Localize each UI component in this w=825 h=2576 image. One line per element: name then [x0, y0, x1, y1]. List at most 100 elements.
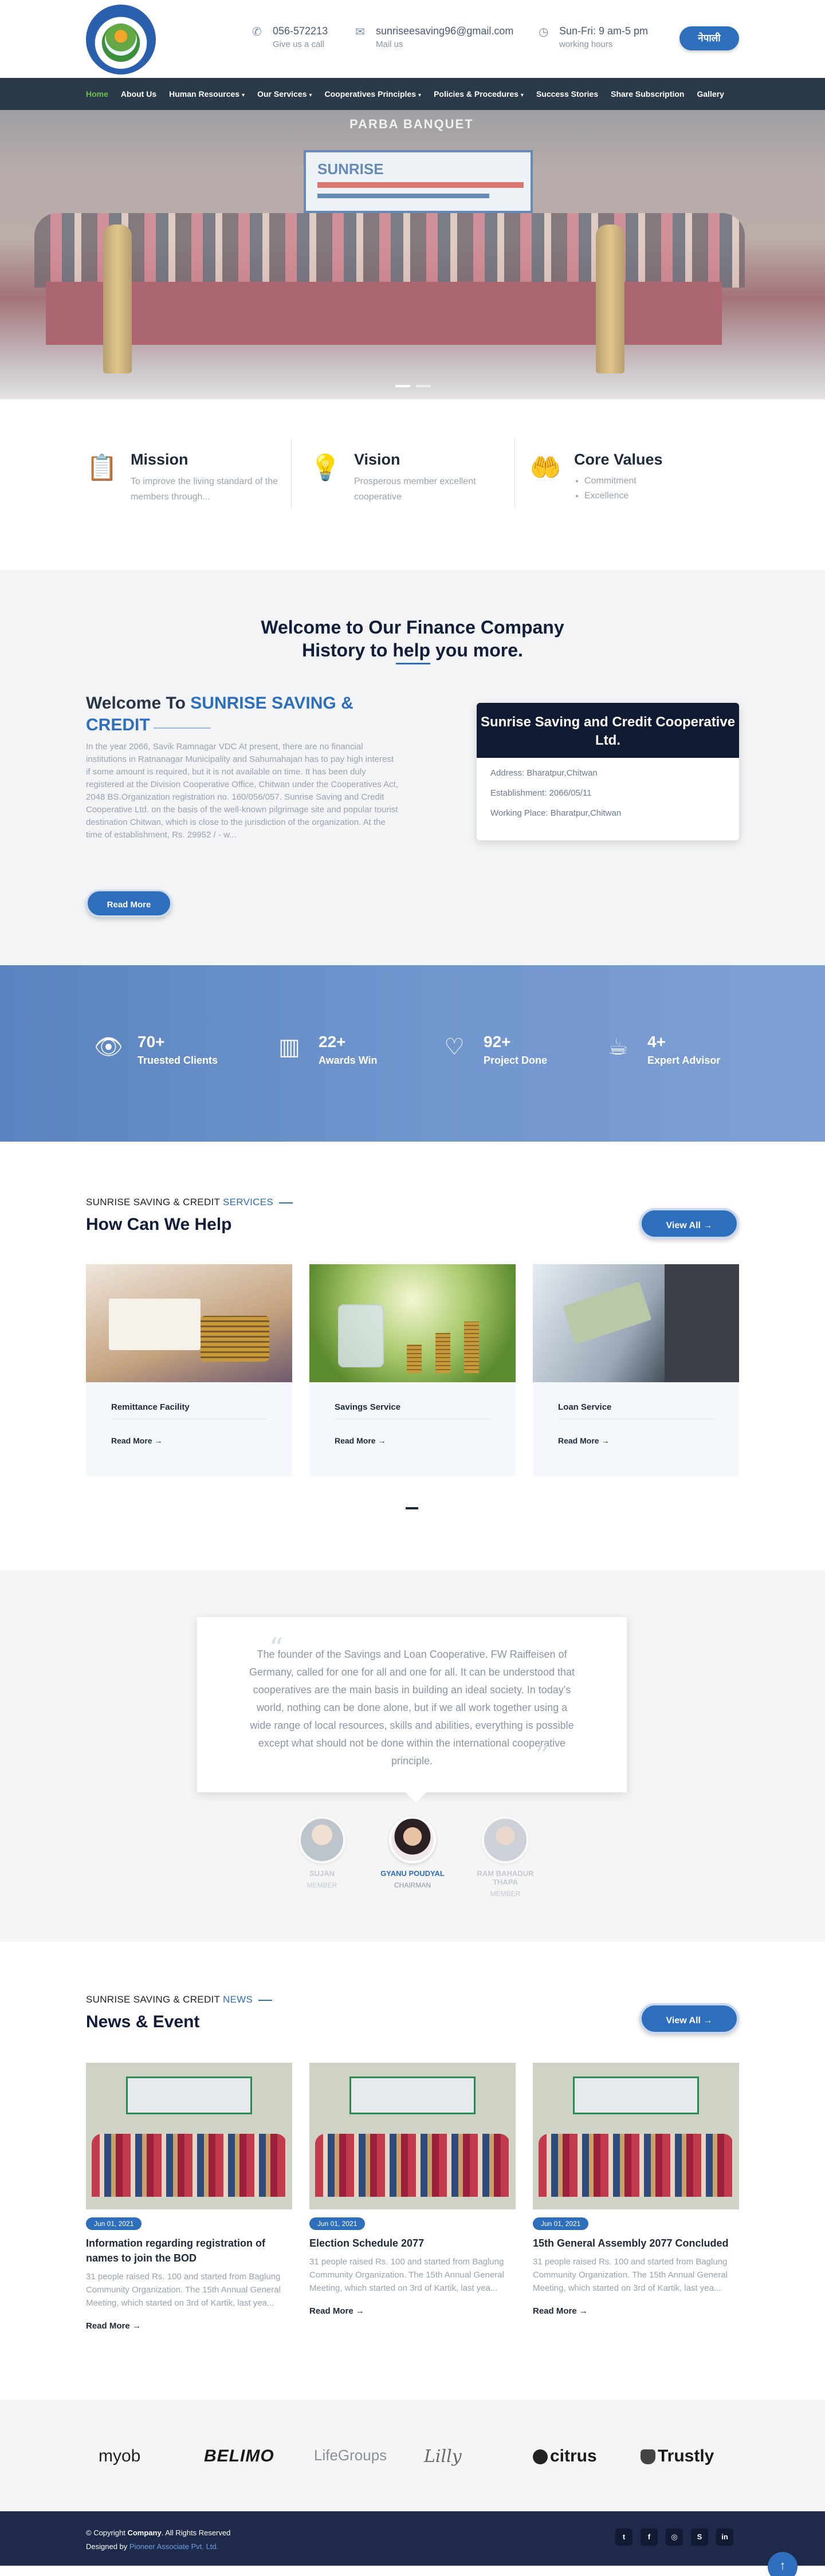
service-title: Loan Service: [558, 1402, 612, 1412]
nav-item-label: Cooperatives Principles: [324, 89, 417, 99]
stat-value: 4+: [647, 1033, 666, 1051]
testimonial-section: “ The founder of the Savings and Loan Co…: [0, 1570, 825, 1941]
service-card[interactable]: Savings Service Read More →: [309, 1264, 516, 1476]
company-card-title: Sunrise Saving and Credit Cooperative Lt…: [477, 703, 739, 758]
service-title: Remittance Facility: [111, 1402, 190, 1412]
news-card[interactable]: Jun 01, 2021 15th General Assembly 2077 …: [533, 2063, 739, 2316]
email-address: sunriseesaving96@gmail.com: [376, 25, 514, 37]
carousel-indicator[interactable]: [406, 1507, 418, 1509]
person-role: MEMBER: [307, 1881, 337, 1889]
nav-item-cooperatives-principles[interactable]: Cooperatives Principles ▾: [325, 89, 422, 99]
news-title-text[interactable]: Election Schedule 2077: [309, 2236, 516, 2251]
nav-item-policies-procedures[interactable]: Policies & Procedures ▾: [434, 89, 524, 99]
nav-item-label: Share Subscription: [611, 89, 685, 99]
nav-item-label: Our Services: [257, 89, 307, 99]
site-header: ✆ 056-572213 Give us a call ✉ sunriseesav…: [0, 0, 825, 78]
testimonial-person[interactable]: RAM BAHADUR THAPA MEMBER: [465, 1816, 545, 1898]
nav-item-label: About Us: [120, 89, 157, 99]
linkedin-icon[interactable]: in: [716, 2528, 733, 2546]
read-more-button[interactable]: Read More: [86, 890, 172, 917]
testimonial-quote: The founder of the Savings and Loan Coop…: [249, 1649, 575, 1767]
news-title-text[interactable]: Information regarding registration of na…: [86, 2236, 292, 2266]
coffee-icon: ☕: [608, 1035, 628, 1060]
nav-item-share-subscription[interactable]: Share Subscription: [611, 89, 684, 99]
news-title: News & Event: [86, 2012, 200, 2031]
hero-overlay: [0, 110, 825, 399]
news-title-text[interactable]: 15th General Assembly 2077 Concluded: [533, 2236, 739, 2251]
news-view-all-button[interactable]: View All →: [639, 2003, 739, 2034]
close-quote-icon: ”: [535, 1740, 549, 1772]
bar-chart-icon: ▥: [278, 1035, 300, 1060]
nav-item-label: Human Resources: [169, 89, 240, 99]
about-section: Welcome to Our Finance Company History to…: [0, 570, 825, 965]
core-value-item: Excellence: [584, 489, 637, 504]
phone-contact[interactable]: ✆ 056-572213 Give us a call: [252, 25, 328, 49]
twitter-icon[interactable]: t: [615, 2528, 632, 2546]
news-section: SUNRISE SAVING & CREDIT NEWS News & Even…: [0, 1941, 825, 2400]
company-info-card: Sunrise Saving and Credit Cooperative Lt…: [477, 703, 739, 840]
nav-item-label: Gallery: [697, 89, 724, 99]
logo-emblem: [105, 23, 137, 56]
designer-link[interactable]: Pioneer Associate Pvt. Ltd.: [129, 2542, 218, 2551]
news-kicker: SUNRISE SAVING & CREDIT NEWS: [86, 1994, 273, 2005]
mail-icon: ✉: [355, 26, 365, 38]
news-card[interactable]: Jun 01, 2021 Information regarding regis…: [86, 2063, 292, 2331]
core-values-list: Commitment Excellence: [584, 474, 637, 504]
facebook-icon[interactable]: f: [641, 2528, 658, 2546]
nav-item-label: Policies & Procedures: [434, 89, 518, 99]
about-heading: Welcome to Our Finance Company History to…: [0, 616, 825, 662]
mission-block: 📋 Mission To improve the living standard…: [86, 443, 292, 512]
welcome-underline: [154, 727, 211, 729]
language-button[interactable]: नेपाली: [679, 26, 739, 50]
nav-item-gallery[interactable]: Gallery: [697, 89, 724, 99]
slider-dot[interactable]: [416, 385, 431, 387]
news-card[interactable]: Jun 01, 2021 Election Schedule 2077 31 p…: [309, 2063, 516, 2316]
news-read-more-link[interactable]: Read More →: [86, 2321, 292, 2331]
stat-clients: 👁 70+ Truested Clients: [94, 1033, 218, 1067]
slider-dots[interactable]: [395, 385, 431, 387]
testimonial-person[interactable]: SUJAN MEMBER: [282, 1816, 362, 1889]
nav-item-about-us[interactable]: About Us: [121, 89, 156, 99]
copyright-company[interactable]: Company: [127, 2528, 161, 2537]
stat-value: 70+: [138, 1033, 165, 1051]
services-view-all-button[interactable]: View All →: [639, 1208, 739, 1239]
stat-label: Project Done: [484, 1055, 548, 1066]
phone-caption: Give us a call: [273, 40, 325, 49]
designed-by: Designed by Pioneer Associate Pvt. Ltd.: [86, 2542, 218, 2551]
testimonial-person-active[interactable]: GYANU POUDYAL CHAIRMAN: [372, 1816, 453, 1889]
news-read-more-link[interactable]: Read More →: [533, 2306, 739, 2316]
news-date-badge: Jun 01, 2021: [533, 2217, 589, 2230]
divider: [514, 438, 515, 509]
stats-section: 👁 70+ Truested Clients ▥ 22+ Awards Win ♡ …: [0, 965, 825, 1142]
nav-item-success-stories[interactable]: Success Stories: [536, 89, 598, 99]
service-card[interactable]: Remittance Facility Read More →: [86, 1264, 292, 1476]
service-card[interactable]: Loan Service Read More →: [533, 1264, 739, 1476]
about-heading-line2: History to help you more.: [302, 640, 523, 660]
services-kicker: SUNRISE SAVING & CREDIT SERVICES: [86, 1197, 293, 1208]
slider-dot[interactable]: [395, 385, 410, 387]
stat-label: Awards Win: [319, 1055, 378, 1066]
clock-icon: ◷: [539, 26, 549, 38]
nav-item-home[interactable]: Home: [86, 89, 108, 99]
mission-text: To improve the living standard of the me…: [131, 477, 278, 502]
news-read-more-link[interactable]: Read More →: [309, 2306, 516, 2316]
email-contact[interactable]: ✉ sunriseesaving96@gmail.com Mail us: [355, 25, 513, 49]
nav-item-human-resources[interactable]: Human Resources ▾: [169, 89, 245, 99]
copyright: © Copyright Company. All Rights Reserved: [86, 2528, 230, 2537]
nav-item-our-services[interactable]: Our Services ▾: [257, 89, 312, 99]
service-read-more-link[interactable]: Read More →: [335, 1436, 386, 1445]
skype-icon[interactable]: S: [691, 2528, 708, 2546]
stat-label: Expert Advisor: [647, 1055, 721, 1066]
core-values-block: 🤲 Core Values Commitment Excellence: [529, 443, 736, 512]
instagram-icon[interactable]: ◎: [666, 2528, 683, 2546]
divider: [291, 438, 292, 509]
service-read-more-link[interactable]: Read More →: [558, 1436, 609, 1445]
person-name: GYANU POUDYAL: [380, 1869, 445, 1878]
person-name: RAM BAHADUR THAPA: [477, 1869, 534, 1886]
avatar: [389, 1816, 436, 1863]
partner-logo: citrus: [550, 2447, 597, 2465]
service-read-more-link[interactable]: Read More →: [111, 1436, 162, 1445]
service-title: Savings Service: [335, 1402, 401, 1412]
logo[interactable]: [86, 5, 156, 74]
mission-title: Mission: [131, 451, 188, 468]
